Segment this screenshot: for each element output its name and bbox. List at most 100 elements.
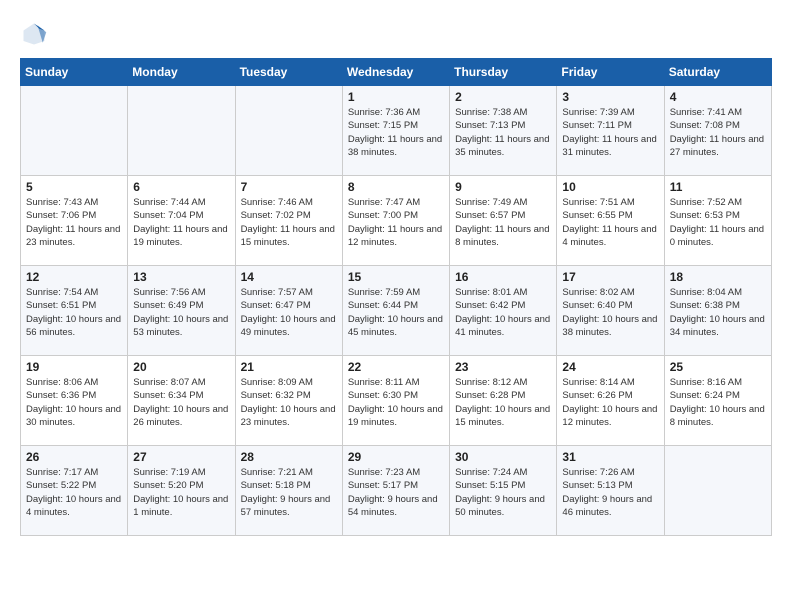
day-number: 9 <box>455 180 551 194</box>
day-info: Sunrise: 7:26 AMSunset: 5:13 PMDaylight:… <box>562 466 658 519</box>
day-number: 10 <box>562 180 658 194</box>
day-number: 26 <box>26 450 122 464</box>
calendar-cell: 16 Sunrise: 8:01 AMSunset: 6:42 PMDayligh… <box>450 266 557 356</box>
day-info: Sunrise: 7:43 AMSunset: 7:06 PMDaylight:… <box>26 196 122 249</box>
day-number: 8 <box>348 180 444 194</box>
calendar-cell: 12Sunrise: 7:54 AMSunset: 6:51 PMDayligh… <box>21 266 128 356</box>
week-row-3: 12Sunrise: 7:54 AMSunset: 6:51 PMDayligh… <box>21 266 772 356</box>
day-info: Sunrise: 8:14 AMSunset: 6:26 PMDaylight:… <box>562 376 658 429</box>
day-number: 13 <box>133 270 229 284</box>
day-info: Sunrise: 7:38 AMSunset: 7:13 PMDaylight:… <box>455 106 551 159</box>
calendar-cell: 6Sunrise: 7:44 AMSunset: 7:04 PMDaylight… <box>128 176 235 266</box>
week-row-1: 1 Sunrise: 7:36 AMSunset: 7:15 PMDaylight… <box>21 86 772 176</box>
calendar-cell: 5 Sunrise: 7:43 AMSunset: 7:06 PMDaylight… <box>21 176 128 266</box>
logo-icon <box>20 20 48 48</box>
day-number: 3 <box>562 90 658 104</box>
calendar-cell: 4Sunrise: 7:41 AMSunset: 7:08 PMDaylight… <box>664 86 771 176</box>
day-info: Sunrise: 7:36 AMSunset: 7:15 PMDaylight:… <box>348 106 444 159</box>
calendar-cell: 1 Sunrise: 7:36 AMSunset: 7:15 PMDaylight… <box>342 86 449 176</box>
calendar-cell: 15 Sunrise: 7:59 AMSunset: 6:44 PMDayligh… <box>342 266 449 356</box>
calendar-cell: 29 Sunrise: 7:23 AMSunset: 5:17 PMDayligh… <box>342 446 449 536</box>
calendar-cell: 22 Sunrise: 8:11 AMSunset: 6:30 PMDayligh… <box>342 356 449 446</box>
day-info: Sunrise: 8:04 AMSunset: 6:38 PMDaylight:… <box>670 286 766 339</box>
day-info: Sunrise: 7:23 AMSunset: 5:17 PMDaylight:… <box>348 466 444 519</box>
day-number: 19 <box>26 360 122 374</box>
day-info: Sunrise: 7:44 AMSunset: 7:04 PMDaylight:… <box>133 196 229 249</box>
weekday-header-saturday: Saturday <box>664 59 771 86</box>
calendar-cell <box>21 86 128 176</box>
day-number: 22 <box>348 360 444 374</box>
day-number: 29 <box>348 450 444 464</box>
calendar-cell: 20 Sunrise: 8:07 AMSunset: 6:34 PMDayligh… <box>128 356 235 446</box>
calendar-cell: 19 Sunrise: 8:06 AMSunset: 6:36 PMDayligh… <box>21 356 128 446</box>
calendar-cell: 17 Sunrise: 8:02 AMSunset: 6:40 PMDayligh… <box>557 266 664 356</box>
day-number: 1 <box>348 90 444 104</box>
day-info: Sunrise: 7:19 AMSunset: 5:20 PMDaylight:… <box>133 466 229 519</box>
day-info: Sunrise: 8:09 AMSunset: 6:32 PMDaylight:… <box>241 376 337 429</box>
day-info: Sunrise: 8:12 AMSunset: 6:28 PMDaylight:… <box>455 376 551 429</box>
weekday-header-tuesday: Tuesday <box>235 59 342 86</box>
day-info: Sunrise: 7:21 AMSunset: 5:18 PMDaylight:… <box>241 466 337 519</box>
calendar-cell: 23Sunrise: 8:12 AMSunset: 6:28 PMDayligh… <box>450 356 557 446</box>
calendar-cell: 21 Sunrise: 8:09 AMSunset: 6:32 PMDayligh… <box>235 356 342 446</box>
calendar-cell: 26Sunrise: 7:17 AMSunset: 5:22 PMDayligh… <box>21 446 128 536</box>
day-number: 20 <box>133 360 229 374</box>
calendar-cell <box>128 86 235 176</box>
weekday-header-wednesday: Wednesday <box>342 59 449 86</box>
day-number: 16 <box>455 270 551 284</box>
weekday-header-friday: Friday <box>557 59 664 86</box>
week-row-4: 19 Sunrise: 8:06 AMSunset: 6:36 PMDayligh… <box>21 356 772 446</box>
day-number: 27 <box>133 450 229 464</box>
calendar-cell: 24 Sunrise: 8:14 AMSunset: 6:26 PMDayligh… <box>557 356 664 446</box>
calendar-cell: 9 Sunrise: 7:49 AMSunset: 6:57 PMDaylight… <box>450 176 557 266</box>
calendar-cell <box>235 86 342 176</box>
day-info: Sunrise: 7:47 AMSunset: 7:00 PMDaylight:… <box>348 196 444 249</box>
calendar-cell: 30Sunrise: 7:24 AMSunset: 5:15 PMDayligh… <box>450 446 557 536</box>
day-number: 2 <box>455 90 551 104</box>
calendar-cell: 2 Sunrise: 7:38 AMSunset: 7:13 PMDaylight… <box>450 86 557 176</box>
week-row-5: 26Sunrise: 7:17 AMSunset: 5:22 PMDayligh… <box>21 446 772 536</box>
day-number: 28 <box>241 450 337 464</box>
calendar-cell: 31 Sunrise: 7:26 AMSunset: 5:13 PMDayligh… <box>557 446 664 536</box>
day-number: 21 <box>241 360 337 374</box>
day-number: 5 <box>26 180 122 194</box>
day-info: Sunrise: 7:59 AMSunset: 6:44 PMDaylight:… <box>348 286 444 339</box>
day-info: Sunrise: 7:51 AMSunset: 6:55 PMDaylight:… <box>562 196 658 249</box>
day-info: Sunrise: 7:46 AMSunset: 7:02 PMDaylight:… <box>241 196 337 249</box>
logo <box>20 20 52 48</box>
day-info: Sunrise: 8:11 AMSunset: 6:30 PMDaylight:… <box>348 376 444 429</box>
weekday-header-sunday: Sunday <box>21 59 128 86</box>
calendar-cell: 27 Sunrise: 7:19 AMSunset: 5:20 PMDayligh… <box>128 446 235 536</box>
weekday-header-thursday: Thursday <box>450 59 557 86</box>
calendar-cell: 14Sunrise: 7:57 AMSunset: 6:47 PMDayligh… <box>235 266 342 356</box>
day-number: 12 <box>26 270 122 284</box>
day-info: Sunrise: 8:06 AMSunset: 6:36 PMDaylight:… <box>26 376 122 429</box>
day-info: Sunrise: 7:39 AMSunset: 7:11 PMDaylight:… <box>562 106 658 159</box>
calendar-cell: 18 Sunrise: 8:04 AMSunset: 6:38 PMDayligh… <box>664 266 771 356</box>
day-number: 4 <box>670 90 766 104</box>
day-info: Sunrise: 7:49 AMSunset: 6:57 PMDaylight:… <box>455 196 551 249</box>
day-info: Sunrise: 8:01 AMSunset: 6:42 PMDaylight:… <box>455 286 551 339</box>
day-info: Sunrise: 8:07 AMSunset: 6:34 PMDaylight:… <box>133 376 229 429</box>
day-info: Sunrise: 8:02 AMSunset: 6:40 PMDaylight:… <box>562 286 658 339</box>
day-info: Sunrise: 7:52 AMSunset: 6:53 PMDaylight:… <box>670 196 766 249</box>
calendar-cell: 11Sunrise: 7:52 AMSunset: 6:53 PMDayligh… <box>664 176 771 266</box>
day-info: Sunrise: 7:57 AMSunset: 6:47 PMDaylight:… <box>241 286 337 339</box>
day-info: Sunrise: 7:56 AMSunset: 6:49 PMDaylight:… <box>133 286 229 339</box>
day-number: 15 <box>348 270 444 284</box>
day-number: 24 <box>562 360 658 374</box>
calendar-cell: 13 Sunrise: 7:56 AMSunset: 6:49 PMDayligh… <box>128 266 235 356</box>
day-number: 25 <box>670 360 766 374</box>
day-number: 17 <box>562 270 658 284</box>
weekday-header-monday: Monday <box>128 59 235 86</box>
week-row-2: 5 Sunrise: 7:43 AMSunset: 7:06 PMDaylight… <box>21 176 772 266</box>
calendar-cell: 10 Sunrise: 7:51 AMSunset: 6:55 PMDayligh… <box>557 176 664 266</box>
day-number: 31 <box>562 450 658 464</box>
day-number: 30 <box>455 450 551 464</box>
day-info: Sunrise: 8:16 AMSunset: 6:24 PMDaylight:… <box>670 376 766 429</box>
calendar-cell: 3 Sunrise: 7:39 AMSunset: 7:11 PMDaylight… <box>557 86 664 176</box>
day-number: 18 <box>670 270 766 284</box>
calendar-cell: 28 Sunrise: 7:21 AMSunset: 5:18 PMDayligh… <box>235 446 342 536</box>
page-header <box>20 20 772 48</box>
weekday-header-row: SundayMondayTuesdayWednesdayThursdayFrid… <box>21 59 772 86</box>
